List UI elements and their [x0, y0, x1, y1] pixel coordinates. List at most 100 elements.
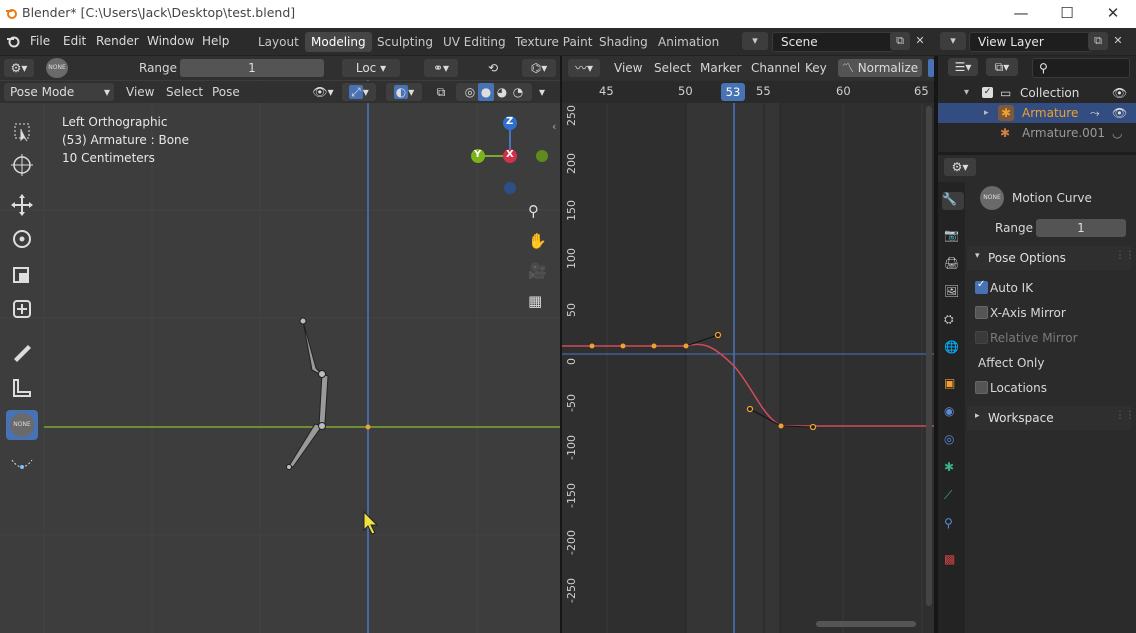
- brush-none-icon[interactable]: NONE: [46, 58, 68, 78]
- expand-arrow-icon[interactable]: ▸: [975, 411, 980, 421]
- zoom-icon[interactable]: ⚲: [528, 202, 539, 220]
- pan-hand-icon[interactable]: ✋: [528, 232, 547, 250]
- menu-view[interactable]: View: [126, 85, 154, 99]
- proportional-dropdown[interactable]: ⌬▾: [522, 59, 556, 77]
- wireframe-shading-icon[interactable]: ◎: [462, 83, 478, 101]
- horizontal-scrollbar[interactable]: [816, 621, 916, 627]
- measure-tool-icon[interactable]: [6, 372, 38, 402]
- visibility-dropdown[interactable]: 👁▾: [306, 83, 340, 101]
- locations-checkbox[interactable]: [975, 381, 988, 394]
- new-view-layer-icon[interactable]: ⧉: [1088, 32, 1108, 50]
- range-field[interactable]: 1: [180, 59, 324, 77]
- material-shading-icon[interactable]: ◕: [494, 83, 510, 101]
- frame-ruler[interactable]: [562, 81, 934, 103]
- tab-modeling[interactable]: Modeling: [305, 32, 372, 52]
- collapse-arrow-icon[interactable]: ▾: [975, 251, 980, 261]
- bone-middle[interactable]: [318, 373, 329, 427]
- new-scene-icon[interactable]: ⧉: [890, 32, 910, 50]
- scene-selector-icon[interactable]: ▾: [742, 32, 768, 50]
- transform-orientation-dropdown[interactable]: Loc ▾: [342, 59, 400, 77]
- visibility-eye-icon[interactable]: 👁: [1112, 83, 1127, 103]
- camera-icon[interactable]: 🎥: [528, 262, 547, 280]
- workspace-panel-header[interactable]: ▸ Workspace ⋮⋮: [967, 406, 1135, 430]
- view-layer-tab-icon[interactable]: 🖼: [944, 284, 962, 302]
- graph-menu-view[interactable]: View: [614, 61, 642, 75]
- xray-toggle-icon[interactable]: ⧉: [432, 83, 450, 101]
- delete-scene-icon[interactable]: ✕: [910, 32, 930, 50]
- maximize-button[interactable]: ☐: [1044, 0, 1090, 28]
- auto-ik-checkbox[interactable]: ✓: [975, 279, 988, 294]
- gizmo-toggle[interactable]: ⤢ ▾: [342, 83, 376, 101]
- minimize-button[interactable]: —: [998, 0, 1044, 28]
- outliner-editor-type-icon[interactable]: ☰▾: [948, 58, 978, 76]
- graph-menu-key[interactable]: Key: [805, 61, 827, 75]
- cursor-tool-icon[interactable]: [6, 150, 38, 180]
- menu-render[interactable]: Render: [96, 34, 139, 48]
- drag-handle-icon[interactable]: ⋮⋮: [1115, 250, 1135, 261]
- outliner-row-armature-001[interactable]: ✱ Armature.001 ◡: [938, 123, 1136, 143]
- relative-mirror-checkbox[interactable]: [975, 331, 988, 344]
- curve-tool-icon[interactable]: [6, 448, 38, 478]
- tab-layout[interactable]: Layout: [252, 32, 305, 52]
- tab-animation[interactable]: Animation: [652, 32, 725, 52]
- bone-constraint-tab-icon[interactable]: ⚲: [944, 516, 962, 534]
- gizmo-neg-z-icon[interactable]: [504, 182, 516, 194]
- texture-tab-icon[interactable]: ▩: [944, 552, 962, 570]
- graph-menu-marker[interactable]: Marker: [700, 61, 741, 75]
- drag-handle-icon[interactable]: ⋮⋮: [1115, 410, 1135, 421]
- expand-arrow-icon[interactable]: ▸: [984, 103, 989, 123]
- pivot-dropdown[interactable]: ⚭▾: [424, 59, 458, 77]
- pose-data-icon[interactable]: ⤳: [1090, 103, 1100, 123]
- move-tool-icon[interactable]: [6, 190, 38, 220]
- graph-menu-select[interactable]: Select: [654, 61, 691, 75]
- render-tab-icon[interactable]: 📷: [944, 228, 962, 246]
- bone-tab-icon[interactable]: ⟋: [944, 488, 962, 506]
- blender-menu-icon[interactable]: [6, 34, 20, 48]
- menu-window[interactable]: Window: [147, 34, 194, 48]
- outliner-row-collection[interactable]: ▾ ✓ ▭ Collection 👁: [938, 83, 1136, 103]
- shading-buttons[interactable]: ◎ ● ◕ ◔: [456, 83, 532, 101]
- display-mode-icon[interactable]: ⧉▾: [986, 58, 1018, 76]
- tab-texture-paint[interactable]: Texture Paint: [509, 32, 598, 52]
- graph-menu-channel[interactable]: Channel: [751, 61, 800, 75]
- scene-tab-icon[interactable]: ⛭: [944, 312, 962, 330]
- overlay-toggle[interactable]: ◐ ▾: [386, 83, 422, 101]
- x-axis-mirror-checkbox[interactable]: [975, 306, 988, 319]
- select-box-tool-icon[interactable]: [6, 116, 38, 146]
- menu-file[interactable]: File: [30, 34, 50, 48]
- menu-pose[interactable]: Pose: [212, 85, 240, 99]
- grid-view-icon[interactable]: ▦: [528, 292, 542, 310]
- rendered-shading-icon[interactable]: ◔: [510, 83, 526, 101]
- transform-tool-icon[interactable]: [6, 294, 38, 324]
- pose-options-panel-header[interactable]: ▾ Pose Options ⋮⋮: [967, 246, 1135, 270]
- outliner-row-armature[interactable]: ▸ ✱ Armature ⤳ 👁: [938, 103, 1136, 123]
- current-frame-indicator[interactable]: 53: [721, 83, 745, 101]
- close-button[interactable]: ✕: [1090, 0, 1136, 28]
- scene-field[interactable]: Scene: [772, 32, 894, 52]
- editor-type-icon[interactable]: ⚙▾: [4, 59, 34, 77]
- tab-shading[interactable]: Shading: [593, 32, 654, 52]
- view-layer-field[interactable]: View Layer: [969, 32, 1091, 52]
- menu-help[interactable]: Help: [202, 34, 229, 48]
- expand-arrow-icon[interactable]: ▾: [964, 83, 969, 103]
- tool-tab-icon[interactable]: 🔧: [942, 192, 964, 210]
- physics-tab-icon[interactable]: ◎: [944, 432, 962, 450]
- motion-path-tool[interactable]: NONE: [6, 410, 38, 440]
- view-layer-selector-icon[interactable]: ▾: [940, 32, 966, 50]
- visibility-eye-icon[interactable]: 👁: [1112, 103, 1127, 123]
- bone-bottom[interactable]: [288, 423, 323, 468]
- sidebar-toggle-icon[interactable]: ‹: [552, 120, 556, 133]
- graph-editor[interactable]: 250 200 150 100 50 0 -50 -100 -150 -200 -250: [562, 56, 934, 633]
- solid-shading-icon[interactable]: ●: [478, 83, 494, 101]
- shading-options-icon[interactable]: ▾: [534, 83, 550, 101]
- world-tab-icon[interactable]: 🌐: [944, 340, 962, 358]
- object-data-tab-icon[interactable]: ✱: [944, 460, 962, 478]
- normalize-toggle[interactable]: 〽 Normalize: [838, 59, 922, 77]
- output-tab-icon[interactable]: 🖨: [944, 256, 962, 274]
- properties-editor-type-icon[interactable]: ⚙▾: [944, 158, 976, 176]
- delete-view-layer-icon[interactable]: ✕: [1108, 32, 1128, 50]
- gizmo-neg-y-icon[interactable]: [536, 150, 548, 162]
- rotate-tool-icon[interactable]: [6, 224, 38, 254]
- tab-sculpting[interactable]: Sculpting: [371, 32, 439, 52]
- scale-tool-icon[interactable]: [6, 260, 38, 290]
